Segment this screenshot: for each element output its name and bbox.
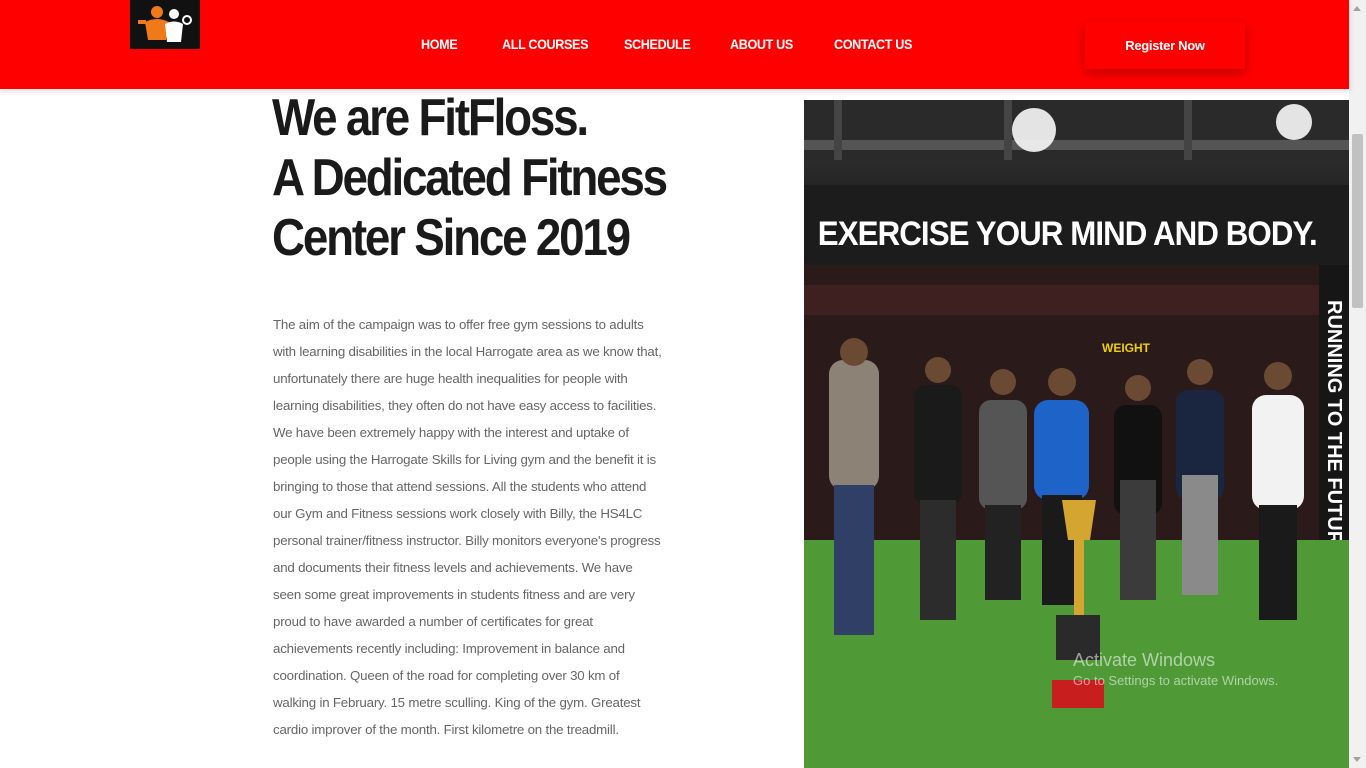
page-scrollbar[interactable] (1349, 0, 1366, 768)
weight-sign-text: WEIGHT (1102, 341, 1151, 355)
side-banner-text: RUNNING TO THE FUTURE (1323, 300, 1345, 559)
nav-about-us[interactable]: ABOUT US (730, 36, 793, 52)
hero-title-line-1: We are FitFloss. (272, 89, 589, 147)
scrollbar-thumb[interactable] (1352, 134, 1363, 308)
scroll-up-arrow-icon[interactable] (1353, 6, 1361, 11)
register-now-button[interactable]: Register Now (1085, 22, 1245, 69)
activate-windows-watermark: Activate Windows Go to Settings to activ… (1073, 650, 1278, 688)
hero-title-line-2: A Dedicated Fitness (272, 149, 668, 207)
nav-contact-us[interactable]: CONTACT US (834, 36, 912, 52)
nav-schedule[interactable]: SCHEDULE (624, 36, 691, 52)
nav-all-courses[interactable]: ALL COURSES (502, 36, 588, 52)
watermark-line-2: Go to Settings to activate Windows. (1073, 673, 1279, 688)
hero-title-line-3: Center Since 2019 (272, 209, 631, 267)
site-header: HOME ALL COURSES SCHEDULE ABOUT US CONTA… (0, 0, 1349, 89)
hero-title: We are FitFloss. A Dedicated Fitness Cen… (272, 88, 668, 268)
nav-home[interactable]: HOME (421, 36, 458, 52)
hero-description: The aim of the campaign was to offer fre… (273, 317, 662, 737)
wall-banner-text: EXERCISE YOUR MIND AND BODY. (818, 214, 1317, 253)
scroll-down-arrow-icon[interactable] (1353, 757, 1361, 762)
fitness-logo-icon[interactable] (130, 0, 200, 49)
watermark-line-1: Activate Windows (1073, 650, 1216, 670)
